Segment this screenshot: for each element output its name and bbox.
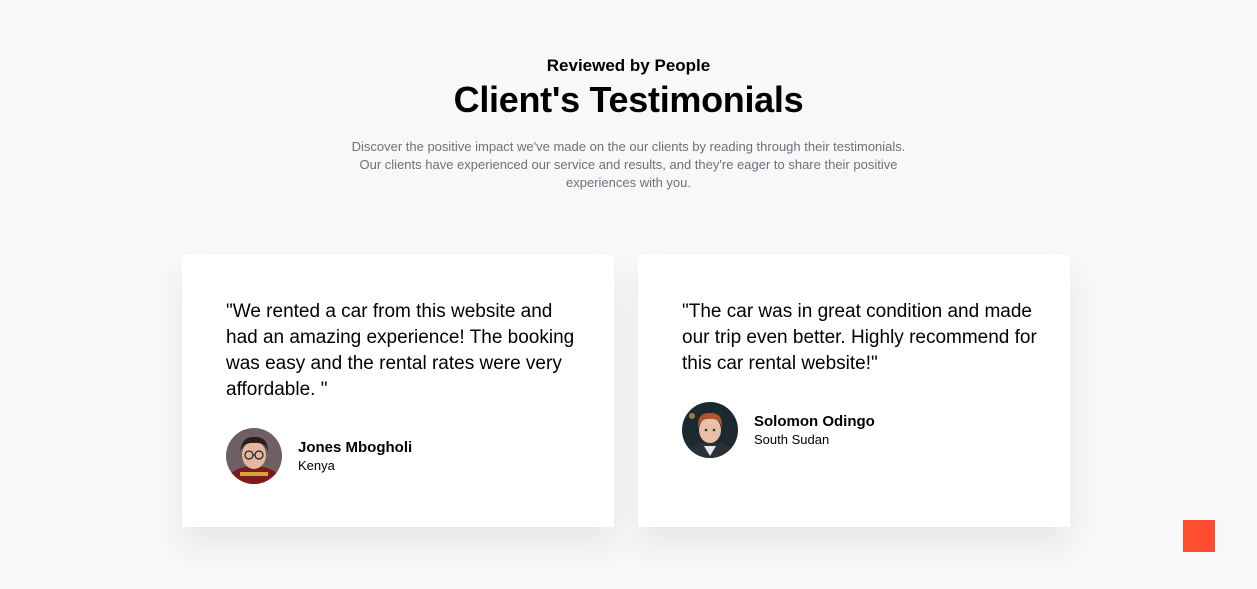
scroll-to-top-button[interactable] bbox=[1183, 520, 1215, 552]
avatar bbox=[226, 428, 282, 484]
author-name: Solomon Odingo bbox=[754, 413, 875, 430]
section-title: Client's Testimonials bbox=[453, 79, 804, 120]
testimonials-section: Reviewed by People Client's Testimonials… bbox=[0, 0, 1257, 589]
author-name: Jones Mbogholi bbox=[298, 439, 413, 456]
section-description: Discover the positive impact we've made … bbox=[351, 139, 906, 190]
author-info: Jones Mbogholi Kenya bbox=[298, 438, 412, 474]
testimonial-author: Jones Mbogholi Kenya bbox=[226, 428, 574, 484]
author-info: Solomon Odingo South Sudan bbox=[754, 412, 875, 448]
testimonial-quote: "The car was in great condition and made… bbox=[682, 301, 1037, 374]
avatar bbox=[682, 402, 738, 458]
section-eyebrow: Reviewed by People bbox=[546, 56, 711, 75]
testimonial-cards: "We rented a car from this website and h… bbox=[182, 255, 1070, 527]
author-location: Kenya bbox=[298, 458, 335, 473]
testimonial-card: "We rented a car from this website and h… bbox=[182, 255, 614, 527]
testimonial-quote: "We rented a car from this website and h… bbox=[226, 301, 575, 400]
testimonial-author: Solomon Odingo South Sudan bbox=[682, 402, 1030, 458]
testimonial-card: "The car was in great condition and made… bbox=[638, 255, 1070, 527]
section-heading: Reviewed by People Client's Testimonials… bbox=[0, 56, 1257, 192]
author-location: South Sudan bbox=[754, 432, 830, 447]
